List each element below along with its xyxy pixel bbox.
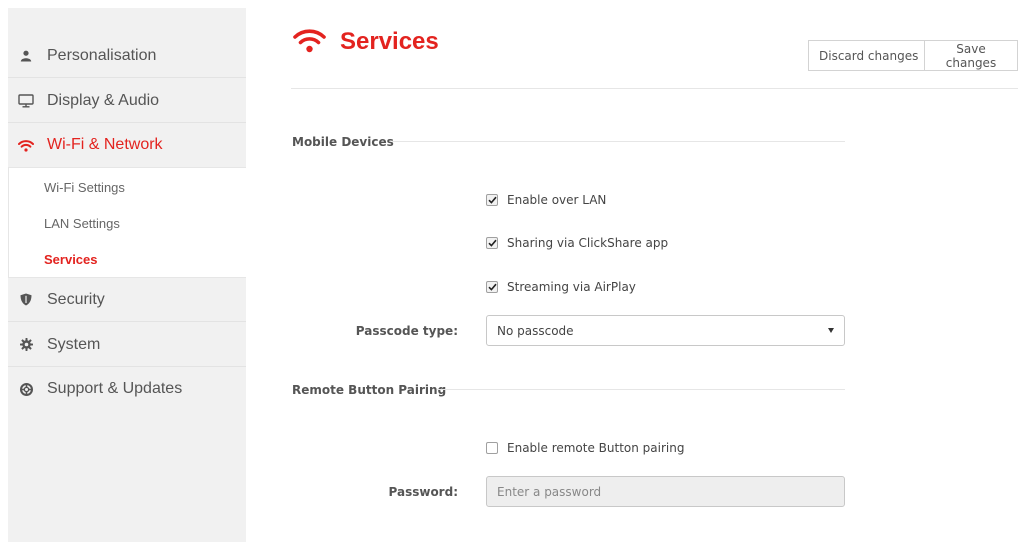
sharing-via-clickshare-checkbox[interactable]: Sharing via ClickShare app <box>486 236 668 250</box>
checkbox-checked-icon[interactable] <box>486 237 498 249</box>
select-value: No passcode <box>497 323 574 338</box>
sidebar-subnav: Wi-Fi Settings LAN Settings Services <box>8 167 246 278</box>
sidebar-item-label: Security <box>47 290 105 308</box>
sidebar-item-personalisation[interactable]: Personalisation <box>8 34 246 78</box>
header-divider <box>291 88 1018 89</box>
sidebar: Personalisation Display & Audio Wi-Fi & … <box>8 8 246 542</box>
page-title: Services <box>340 28 439 55</box>
section-divider <box>392 141 845 142</box>
checkbox-label: Enable over LAN <box>507 193 607 207</box>
discard-changes-button[interactable]: Discard changes <box>808 40 930 71</box>
lifebuoy-icon <box>18 381 34 397</box>
wifi-icon <box>18 137 34 153</box>
section-title-mobile-devices: Mobile Devices <box>292 135 394 149</box>
passcode-type-label: Passcode type: <box>355 324 458 338</box>
sidebar-subitem-lan-settings[interactable]: LAN Settings <box>44 216 120 231</box>
sidebar-item-display-audio[interactable]: Display & Audio <box>8 79 246 123</box>
section-title-remote-button-pairing: Remote Button Pairing <box>292 383 447 397</box>
sidebar-item-wifi-network[interactable]: Wi-Fi & Network <box>8 123 246 167</box>
checkbox-label: Streaming via AirPlay <box>507 280 636 294</box>
section-divider <box>437 389 845 390</box>
password-label: Password: <box>388 485 459 499</box>
streaming-via-airplay-checkbox[interactable]: Streaming via AirPlay <box>486 280 636 294</box>
sidebar-subitem-services[interactable]: Services <box>44 252 98 267</box>
sidebar-item-system[interactable]: System <box>8 323 246 367</box>
caret-down-icon <box>828 328 834 333</box>
user-icon <box>18 48 34 64</box>
save-changes-button[interactable]: Save changes <box>924 40 1018 71</box>
sidebar-item-security[interactable]: Security <box>8 278 246 322</box>
sidebar-subitem-wifi-settings[interactable]: Wi-Fi Settings <box>44 180 125 195</box>
sidebar-item-label: Wi-Fi & Network <box>47 136 163 153</box>
password-field[interactable] <box>486 476 845 507</box>
shield-icon <box>18 292 34 308</box>
checkbox-unchecked-icon[interactable] <box>486 442 498 454</box>
checkbox-checked-icon[interactable] <box>486 194 498 206</box>
passcode-type-select[interactable]: No passcode <box>486 315 845 346</box>
checkbox-label: Enable remote Button pairing <box>507 441 685 455</box>
sidebar-item-label: Display & Audio <box>47 91 160 109</box>
checkbox-label: Sharing via ClickShare app <box>507 236 669 250</box>
monitor-icon <box>18 93 34 109</box>
sidebar-item-support-updates[interactable]: Support & Updates <box>8 367 246 411</box>
enable-remote-button-pairing-checkbox[interactable]: Enable remote Button pairing <box>486 441 684 455</box>
sidebar-item-label: Support & Updates <box>47 380 183 397</box>
wifi-icon <box>293 27 326 58</box>
sidebar-item-label: Personalisation <box>47 46 157 64</box>
sidebar-item-label: System <box>47 335 101 353</box>
gear-icon <box>18 337 34 353</box>
enable-over-lan-checkbox[interactable]: Enable over LAN <box>486 193 606 207</box>
checkbox-checked-icon[interactable] <box>486 281 498 293</box>
